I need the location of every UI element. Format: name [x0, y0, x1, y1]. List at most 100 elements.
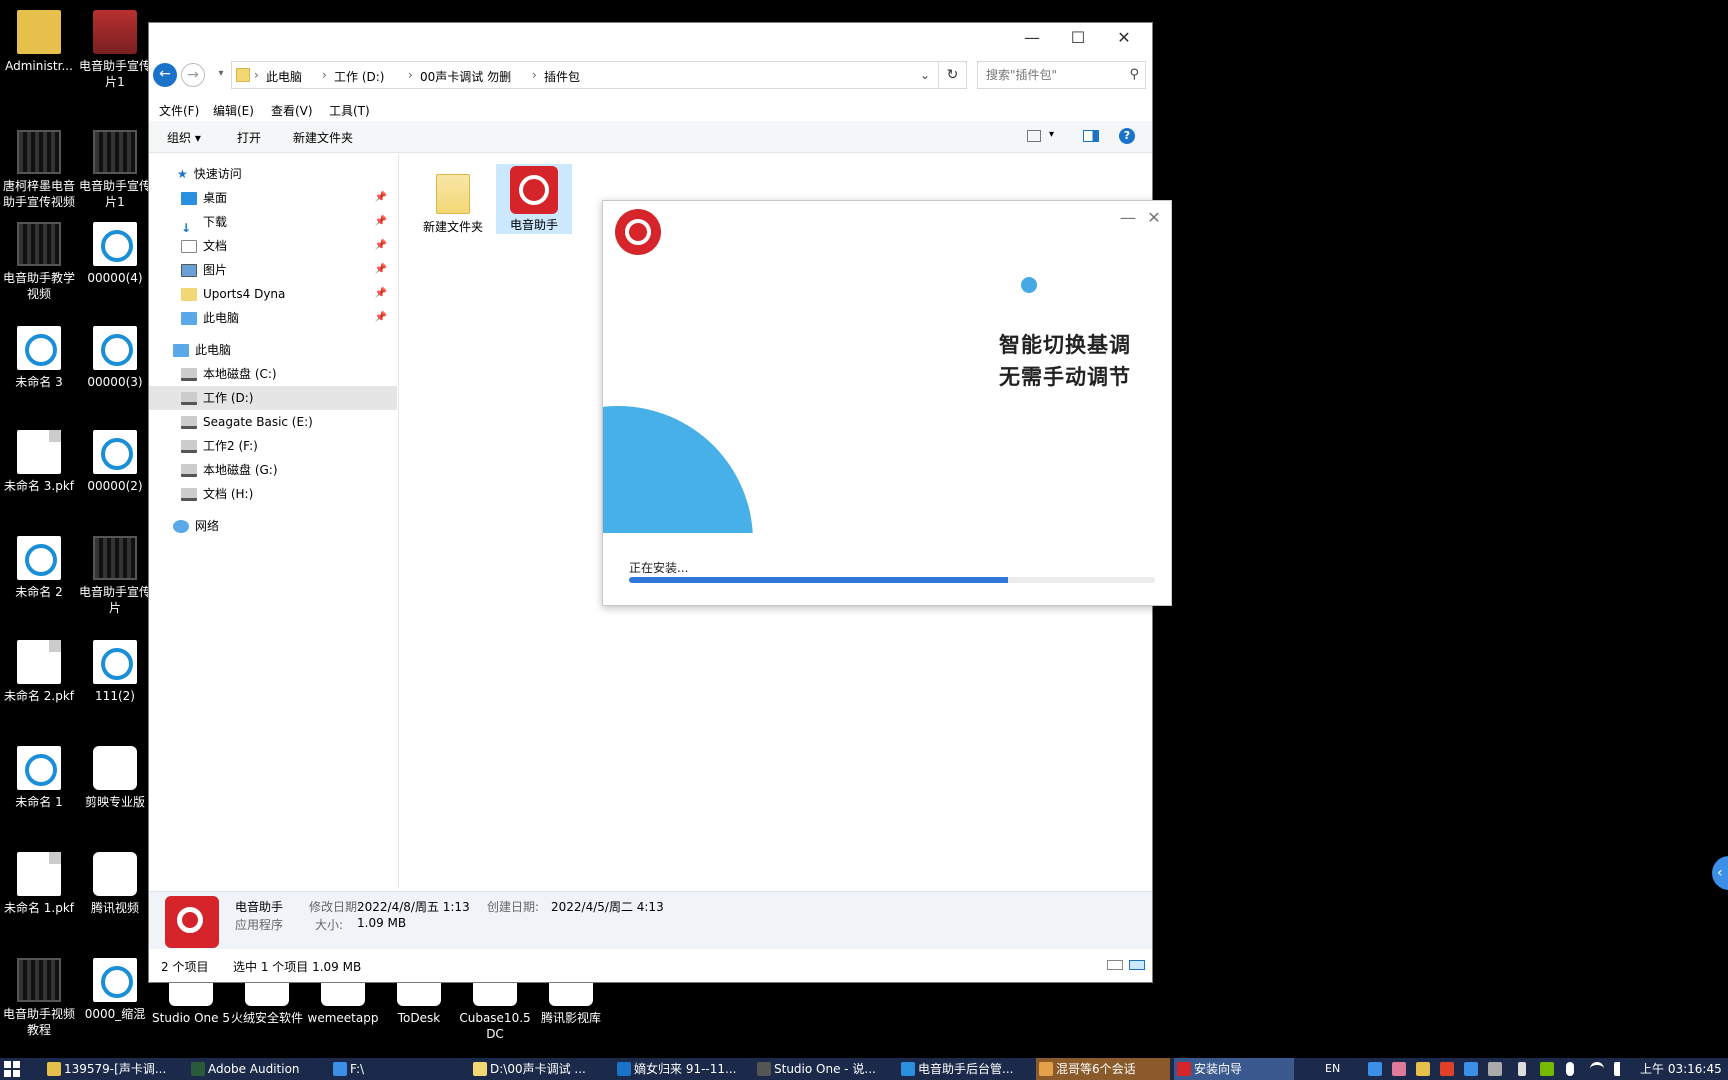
- breadcrumb-item[interactable]: 工作 (D:): [334, 68, 384, 85]
- organize-button[interactable]: 组织 ▾: [167, 129, 201, 146]
- nav-drive-e[interactable]: Seagate Basic (E:): [149, 410, 397, 434]
- tray-app-icon[interactable]: [1416, 1062, 1430, 1076]
- desktop-icon-13[interactable]: 111(2): [76, 640, 154, 704]
- recent-locations-chevron-icon[interactable]: ▾: [209, 63, 233, 87]
- menu-edit[interactable]: 编辑(E): [213, 102, 254, 119]
- breadcrumb-item[interactable]: 此电脑: [266, 68, 302, 85]
- desktop-icon-10[interactable]: 未命名 2: [0, 536, 78, 600]
- taskbar-item[interactable]: 混哥等6个会话: [1036, 1058, 1170, 1080]
- breadcrumb-item[interactable]: 00声卡调试 勿删: [420, 68, 511, 85]
- taskbar-item[interactable]: D:\00声卡调试 ...: [470, 1058, 610, 1080]
- desktop-icon-8[interactable]: 未命名 3.pkf: [0, 430, 78, 494]
- language-indicator[interactable]: EN: [1325, 1058, 1340, 1080]
- wifi-icon[interactable]: [1590, 1062, 1604, 1076]
- nvidia-icon[interactable]: [1540, 1062, 1554, 1076]
- desktop-icon-1[interactable]: 电音助手宣传片1: [76, 10, 154, 90]
- desktop-icon-15[interactable]: 剪映专业版: [76, 746, 154, 810]
- file-item-app[interactable]: 电音助手: [496, 164, 572, 234]
- tray-app-icon[interactable]: [1368, 1062, 1382, 1076]
- back-arrow-icon[interactable]: ←: [153, 63, 177, 87]
- breadcrumb-separator-icon: ›: [408, 68, 413, 82]
- desktop-icon-3[interactable]: 电音助手宣传片1: [76, 130, 154, 210]
- install-status-text: 正在安装...: [629, 561, 689, 575]
- taskbar-app-icon: [1039, 1062, 1053, 1076]
- pin-icon: 📌: [374, 240, 387, 251]
- nav-downloads[interactable]: ↓ 下载 📌: [149, 210, 397, 235]
- taskbar-item[interactable]: 安装向导: [1174, 1058, 1294, 1080]
- desktop-icon-5[interactable]: 00000(4): [76, 222, 154, 286]
- taskbar-item[interactable]: 嫡女归来 91--11...: [614, 1058, 750, 1080]
- taskbar-item[interactable]: Studio One - 说...: [754, 1058, 894, 1080]
- view-options-chevron-icon[interactable]: ▾: [1049, 129, 1054, 140]
- desktop-icon-9[interactable]: 00000(2): [76, 430, 154, 494]
- nav-quick-access[interactable]: ★ 快速访问: [149, 162, 397, 186]
- large-icons-view-icon[interactable]: [1129, 960, 1145, 970]
- nav-network[interactable]: 网络: [149, 514, 397, 538]
- nav-label: 此电脑: [195, 343, 232, 357]
- address-dropdown-chevron-icon[interactable]: ⌄: [920, 68, 930, 82]
- view-options-icon[interactable]: [1027, 130, 1041, 142]
- nav-drive-h[interactable]: 文档 (H:): [149, 482, 397, 506]
- nav-drive-f[interactable]: 工作2 (F:): [149, 434, 397, 458]
- open-button[interactable]: 打开: [237, 129, 261, 146]
- volume-icon[interactable]: [1614, 1062, 1628, 1076]
- file-item-folder[interactable]: 新建文件夹: [418, 168, 488, 238]
- nav-uports4[interactable]: Uports4 Dyna 📌: [149, 282, 397, 306]
- nav-desktop[interactable]: 桌面 📌: [149, 186, 397, 210]
- search-box[interactable]: ⚲: [977, 61, 1146, 89]
- desktop-icon-4[interactable]: 电音助手教学视频: [0, 222, 78, 302]
- nav-this-pc-pinned[interactable]: 此电脑 📌: [149, 306, 397, 330]
- dianyin-app-icon: [165, 896, 219, 948]
- preview-pane-icon[interactable]: [1083, 130, 1099, 142]
- forward-arrow-icon[interactable]: →: [181, 63, 205, 87]
- close-button[interactable]: ✕: [1101, 23, 1147, 53]
- desktop-icon-label: 00000(4): [87, 271, 143, 285]
- desktop-icon-11[interactable]: 电音助手宣传片: [76, 536, 154, 616]
- menu-tools[interactable]: 工具(T): [329, 102, 370, 119]
- taskbar-item[interactable]: Adobe Audition: [188, 1058, 326, 1080]
- nav-drive-c[interactable]: 本地磁盘 (C:): [149, 362, 397, 386]
- system-clock[interactable]: 上午 03:16:45: [1640, 1058, 1722, 1080]
- nav-drive-d[interactable]: 工作 (D:): [149, 386, 397, 410]
- menu-view[interactable]: 查看(V): [271, 102, 313, 119]
- new-folder-button[interactable]: 新建文件夹: [293, 129, 353, 146]
- tray-app-icon[interactable]: [1488, 1062, 1502, 1076]
- desktop-icon-18[interactable]: 电音助手视频教程: [0, 958, 78, 1038]
- desktop-icon-0[interactable]: Administr...: [0, 10, 78, 74]
- search-input[interactable]: [978, 62, 1113, 88]
- installer-minimize-button[interactable]: —: [1117, 207, 1139, 229]
- desktop-icon-12[interactable]: 未命名 2.pkf: [0, 640, 78, 704]
- desktop-icon-2[interactable]: 唐柯梓墨电音助手宣传视频: [0, 130, 78, 210]
- desktop-icon-17[interactable]: 腾讯视频: [76, 852, 154, 916]
- breadcrumb-item[interactable]: 插件包: [544, 68, 580, 85]
- details-view-icon[interactable]: [1107, 960, 1123, 970]
- desktop-icon-6[interactable]: 未命名 3: [0, 326, 78, 390]
- installer-close-button[interactable]: ✕: [1143, 207, 1165, 229]
- tray-app-icon[interactable]: [1440, 1062, 1454, 1076]
- nav-pictures[interactable]: 图片 📌: [149, 258, 397, 282]
- refresh-icon[interactable]: ↻: [939, 61, 967, 89]
- windows-start-icon[interactable]: [4, 1061, 20, 1077]
- taskbar-item[interactable]: 电音助手后台管...: [898, 1058, 1032, 1080]
- nav-this-pc[interactable]: 此电脑: [149, 338, 397, 362]
- usb-icon[interactable]: [1518, 1062, 1526, 1076]
- minimize-button[interactable]: —: [1009, 23, 1055, 53]
- address-bar[interactable]: › 此电脑 › 工作 (D:) › 00声卡调试 勿删 › 插件包 ⌄: [231, 61, 939, 89]
- tray-app-icon[interactable]: [1392, 1062, 1406, 1076]
- desktop-icon-19[interactable]: 0000_缩混: [76, 958, 154, 1022]
- desktop-icon-16[interactable]: 未命名 1.pkf: [0, 852, 78, 916]
- maximize-button[interactable]: ☐: [1055, 23, 1101, 53]
- desktop-icon-7[interactable]: 00000(3): [76, 326, 154, 390]
- desktop-icon-14[interactable]: 未命名 1: [0, 746, 78, 810]
- explorer-titlebar[interactable]: — ☐ ✕: [149, 23, 1152, 53]
- help-icon[interactable]: ?: [1119, 128, 1135, 144]
- desktop-icon-label: wemeetapp: [307, 1011, 379, 1025]
- nav-documents[interactable]: 文档 📌: [149, 234, 397, 258]
- taskbar-item[interactable]: 139579-[声卡调...: [44, 1058, 184, 1080]
- taskbar-item-label: D:\00声卡调试 ...: [490, 1062, 586, 1076]
- nav-drive-g[interactable]: 本地磁盘 (G:): [149, 458, 397, 482]
- microphone-icon[interactable]: [1566, 1062, 1574, 1076]
- menu-file[interactable]: 文件(F): [159, 102, 199, 119]
- taskbar-item[interactable]: F:\: [330, 1058, 466, 1080]
- tray-app-icon[interactable]: [1464, 1062, 1478, 1076]
